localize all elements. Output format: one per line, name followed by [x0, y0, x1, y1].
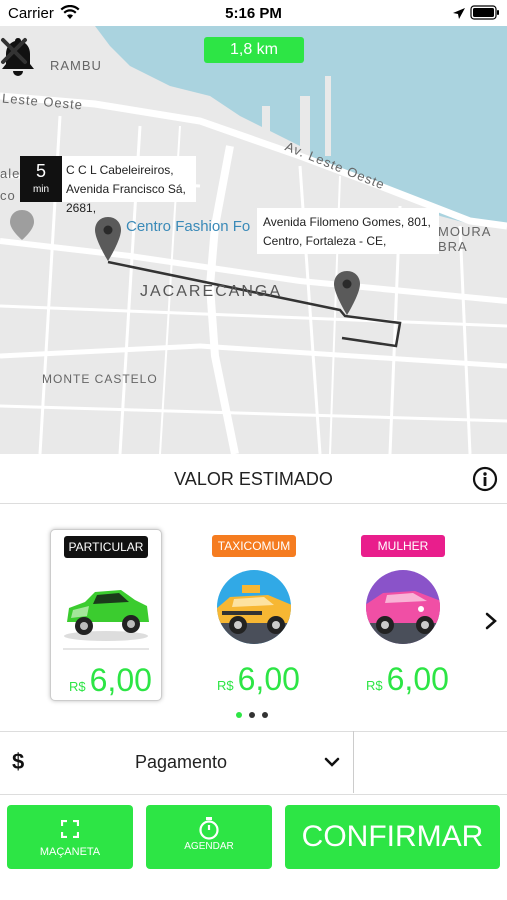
car-image	[59, 564, 153, 656]
expand-icon	[61, 820, 79, 838]
estimate-title: VALOR ESTIMADO	[174, 469, 333, 489]
eta-box: 5 min	[20, 156, 62, 202]
currency-symbol: R$	[217, 678, 234, 693]
currency-symbol: R$	[366, 678, 383, 693]
page-dot	[262, 712, 268, 718]
macaneta-label: MAÇANETA	[39, 846, 101, 858]
chevron-right-icon[interactable]	[484, 612, 498, 630]
map-label-jacarecanga: JACARECANGA	[140, 283, 283, 300]
currency-symbol: R$	[69, 679, 86, 694]
taxi-image	[217, 570, 291, 644]
distance-badge: 1,8 km	[204, 37, 304, 63]
map-view[interactable]: RAMBU Leste Oeste Av. Leste Oeste ale co…	[0, 26, 507, 454]
origin-address-callout: C C L Cabeleireiros, Avenida Francisco S…	[62, 156, 196, 215]
dollar-icon: $	[12, 749, 25, 774]
stopwatch-icon	[199, 817, 219, 840]
confirmar-label: CONFIRMAR	[301, 820, 484, 853]
battery-icon	[470, 5, 499, 20]
status-bar: Carrier 5:16 PM	[0, 0, 507, 26]
agendar-label: AGENDAR	[184, 841, 234, 852]
map-label-monte-castelo: MONTE CASTELO	[42, 372, 158, 386]
category-price: R$ 6,00	[217, 661, 300, 698]
map-label-co: co	[0, 188, 16, 203]
map-label-ale: ale	[0, 166, 21, 181]
category-badge: TAXICOMUM	[212, 535, 296, 557]
origin-pin-icon	[95, 217, 121, 261]
payment-selector[interactable]	[0, 731, 507, 795]
estimate-header: VALOR ESTIMADO	[0, 455, 507, 504]
macaneta-button[interactable]: MAÇANETA	[7, 805, 133, 869]
payment-label[interactable]: Pagamento	[135, 752, 227, 773]
price-value: 6,00	[237, 661, 300, 697]
payment-divider	[353, 731, 354, 793]
destination-address-line2: Centro, Fortaleza - CE,	[263, 234, 387, 248]
category-price: R$ 6,00	[69, 662, 152, 699]
category-badge: MULHER	[361, 535, 445, 557]
origin-address-line2: Avenida Francisco Sá, 2681,	[66, 182, 186, 215]
pink-car-image	[366, 570, 440, 644]
destination-address-line1: Avenida Filomeno Gomes, 801,	[263, 215, 431, 229]
origin-address-line1: C C L Cabeleireiros,	[66, 163, 174, 177]
chevron-down-icon[interactable]	[324, 756, 340, 768]
map-label-centro-fashion: Centro Fashion Fo	[126, 218, 251, 235]
map-label-moura-bra: MOURA BRA	[438, 224, 491, 254]
category-price: R$ 6,00	[366, 661, 449, 698]
page-dot-active	[236, 712, 242, 718]
clock: 5:16 PM	[225, 5, 282, 22]
destination-pin-icon	[334, 271, 360, 315]
close-icon[interactable]	[0, 37, 28, 65]
agendar-button[interactable]: AGENDAR	[146, 805, 272, 869]
destination-address-callout: Avenida Filomeno Gomes, 801, Centro, For…	[257, 208, 439, 254]
page-dot	[249, 712, 255, 718]
info-icon[interactable]	[472, 466, 498, 492]
price-value: 6,00	[89, 662, 152, 698]
category-card-mulher[interactable]: MULHER R$ 6,00	[348, 529, 458, 699]
price-value: 6,00	[386, 661, 449, 697]
confirmar-button[interactable]: CONFIRMAR	[285, 805, 500, 869]
category-card-particular[interactable]: PARTICULAR R$ 6,00	[50, 529, 162, 701]
category-card-taxicomum[interactable]: TAXICOMUM R$ 6,00	[199, 529, 309, 699]
category-badge: PARTICULAR	[64, 536, 148, 558]
eta-value: 5	[35, 161, 46, 181]
map-label-rambu: RAMBU	[50, 58, 102, 73]
eta-unit: min	[32, 184, 50, 195]
location-arrow-icon	[453, 8, 465, 19]
